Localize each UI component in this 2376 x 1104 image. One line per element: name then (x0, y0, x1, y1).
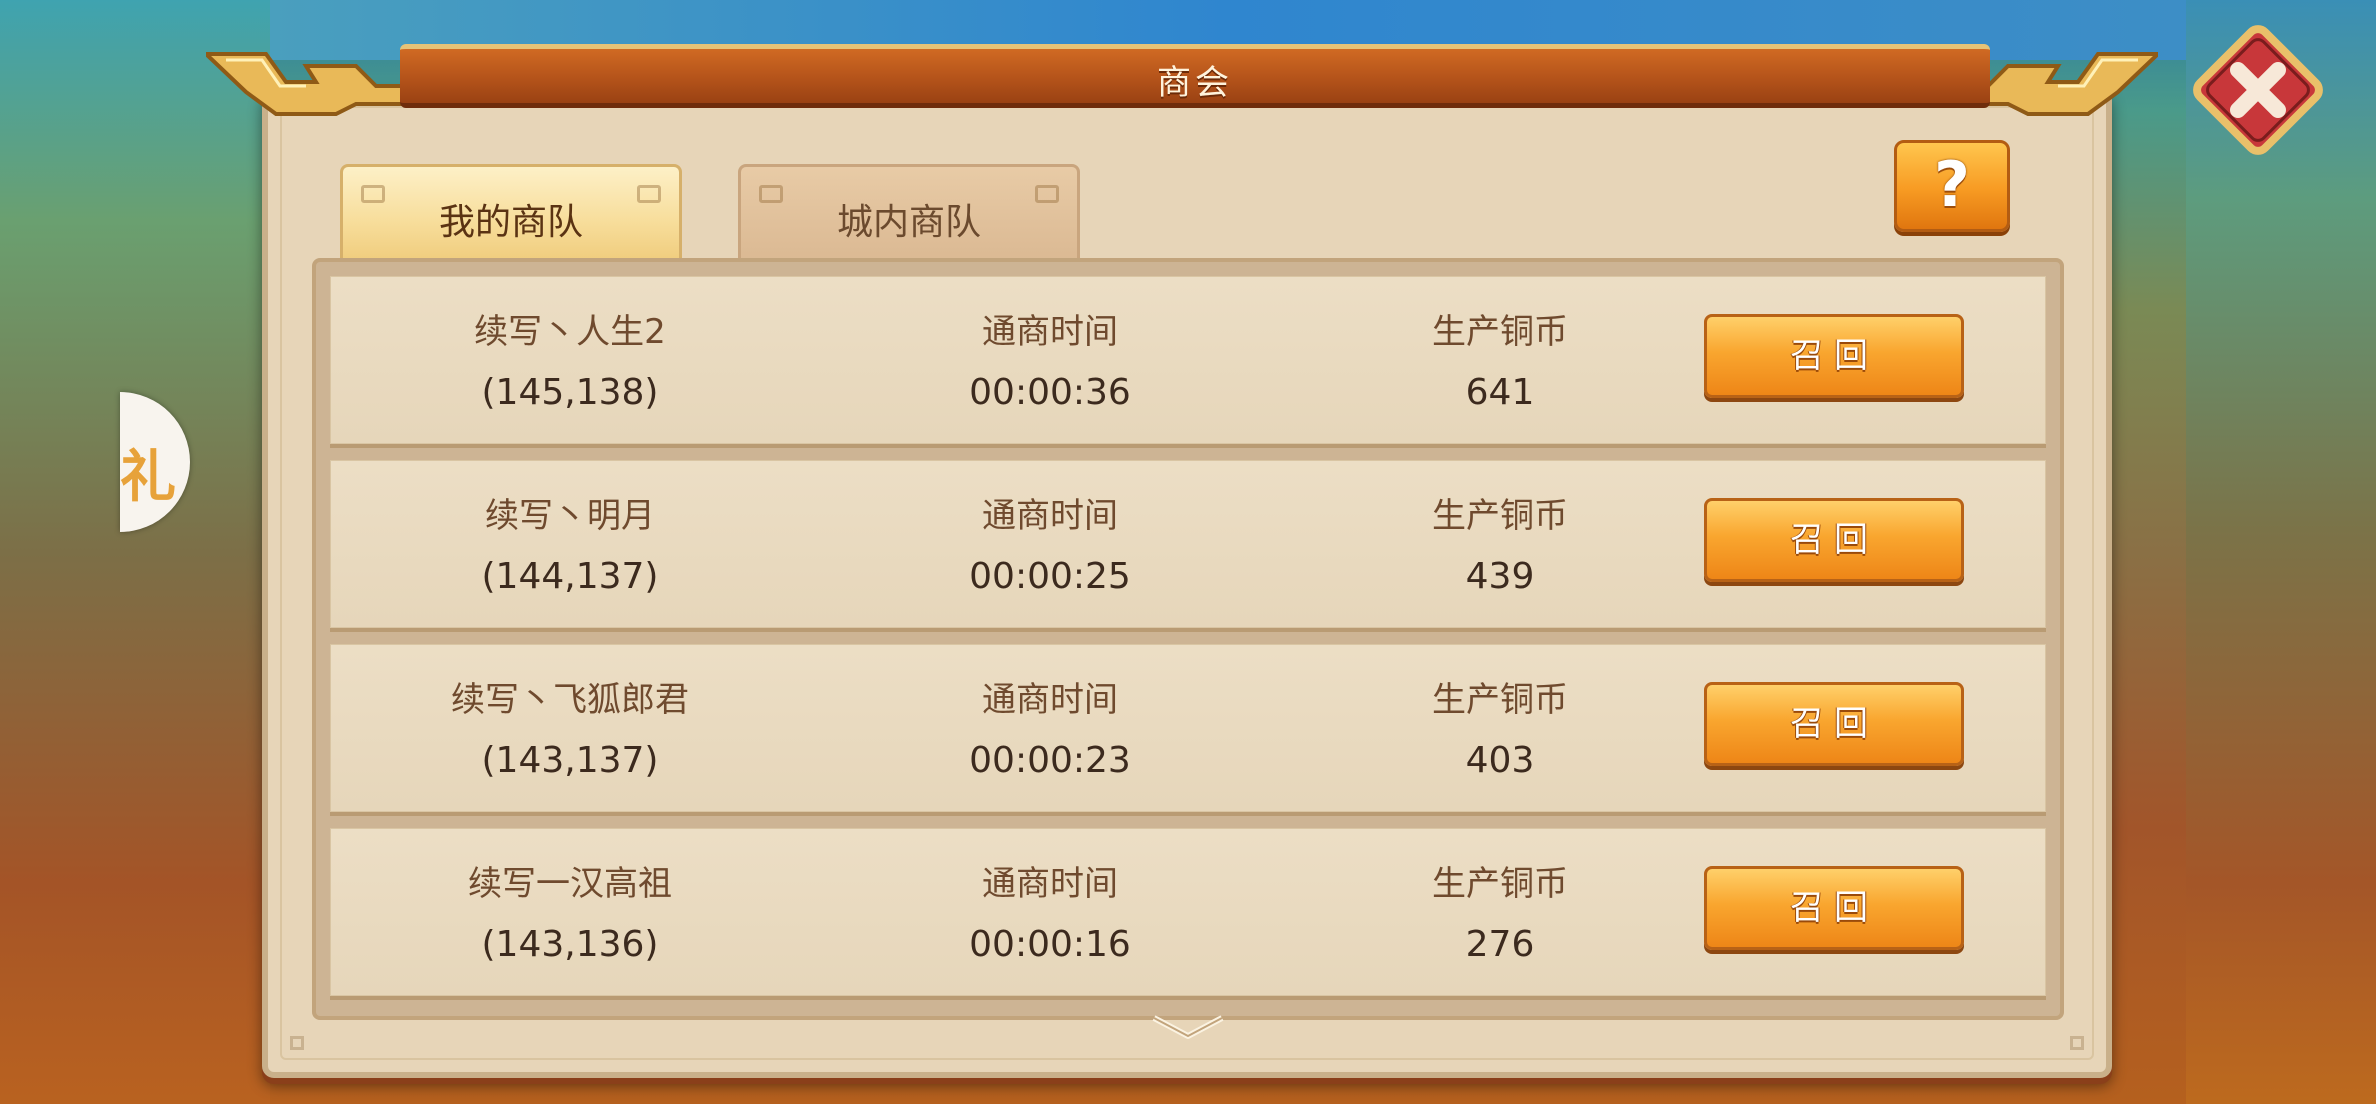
tab-corner-ornament (1035, 185, 1059, 203)
trade-time-value: 00:00:16 (969, 924, 1131, 965)
tab-my-caravans[interactable]: 我的商队 (340, 164, 682, 260)
trade-time-label: 通商时间 (982, 312, 1118, 352)
caravan-name: 续写丶飞狐郎君 (451, 680, 689, 720)
coin-production-label: 生产铜币 (1432, 864, 1568, 904)
caravan-row: 续写丶明月 (144,137) 通商时间 00:00:25 生产铜币 439 召… (330, 460, 2046, 632)
question-mark-icon: ? (1934, 148, 1970, 221)
tab-corner-ornament (759, 185, 783, 203)
coin-production-value: 641 (1465, 372, 1535, 413)
recall-button[interactable]: 召回 (1704, 866, 1964, 950)
caravan-name: 续写丶人生2 (474, 312, 666, 352)
coin-production-value: 403 (1465, 740, 1535, 781)
coin-production-label: 生产铜币 (1432, 312, 1568, 352)
background-left (0, 0, 270, 1104)
scroll-down-chevron-icon[interactable] (1148, 1014, 1228, 1040)
caravan-row: 续写丶飞狐郎君 (143,137) 通商时间 00:00:23 生产铜币 403… (330, 644, 2046, 816)
caravan-name: 续写一汉高祖 (468, 864, 672, 904)
window-title: 商会 (1157, 63, 1233, 103)
caravan-coords: (145,138) (481, 372, 659, 413)
recall-button[interactable]: 召回 (1704, 314, 1964, 398)
recall-button[interactable]: 召回 (1704, 682, 1964, 766)
close-x-icon (2193, 25, 2323, 155)
caravan-coords: (143,136) (481, 924, 659, 965)
caravan-list[interactable]: 续写丶人生2 (145,138) 通商时间 00:00:36 生产铜币 641 … (312, 258, 2064, 1020)
trade-time-label: 通商时间 (982, 496, 1118, 536)
caravan-row: 续写一汉高祖 (143,136) 通商时间 00:00:16 生产铜币 276 … (330, 828, 2046, 1000)
recall-button-label: 召回 (1790, 888, 1878, 928)
tab-corner-ornament (361, 185, 385, 203)
tab-corner-ornament (637, 185, 661, 203)
coin-production-label: 生产铜币 (1432, 680, 1568, 720)
trade-time-value: 00:00:36 (969, 372, 1131, 413)
coin-production-value: 276 (1465, 924, 1535, 965)
trade-time-value: 00:00:23 (969, 740, 1131, 781)
help-button[interactable]: ? (1894, 140, 2010, 232)
corner-ornament (2070, 1036, 2084, 1050)
coin-production-value: 439 (1465, 556, 1535, 597)
recall-button-label: 召回 (1790, 336, 1878, 376)
close-button[interactable] (2188, 20, 2328, 160)
recall-button-label: 召回 (1790, 704, 1878, 744)
recall-button-label: 召回 (1790, 520, 1878, 560)
caravan-name: 续写丶明月 (485, 496, 655, 536)
title-banner: 商会 (400, 44, 1990, 108)
coin-production-label: 生产铜币 (1432, 496, 1568, 536)
tab-city-caravans[interactable]: 城内商队 (738, 164, 1080, 260)
recall-button[interactable]: 召回 (1704, 498, 1964, 582)
trade-time-label: 通商时间 (982, 680, 1118, 720)
caravan-coords: (144,137) (481, 556, 659, 597)
corner-ornament (290, 1036, 304, 1050)
caravan-coords: (143,137) (481, 740, 659, 781)
trade-time-value: 00:00:25 (969, 556, 1131, 597)
caravan-row: 续写丶人生2 (145,138) 通商时间 00:00:36 生产铜币 641 … (330, 276, 2046, 448)
trade-time-label: 通商时间 (982, 864, 1118, 904)
side-bubble-text: 礼 (120, 445, 176, 510)
background-right (2186, 0, 2376, 1104)
